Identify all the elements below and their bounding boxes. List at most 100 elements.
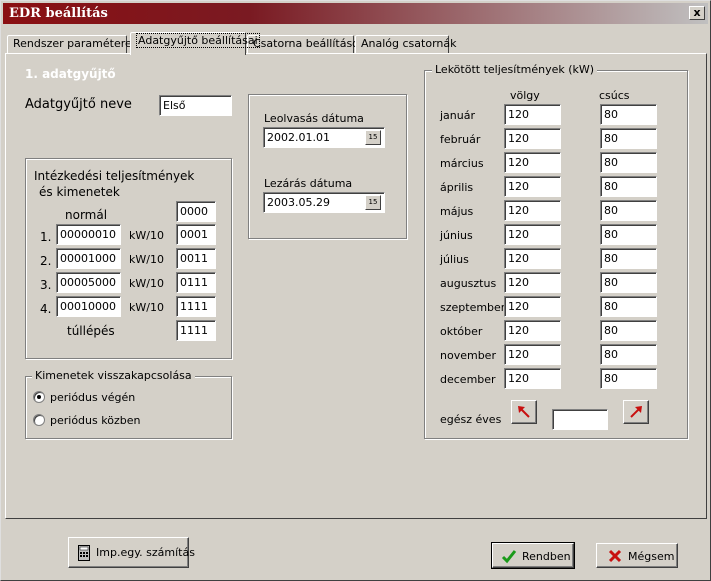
limit-unit-label: kW/10 xyxy=(129,253,164,266)
valley-power-field[interactable]: 120 xyxy=(504,176,561,197)
month-label: szeptember xyxy=(440,301,506,314)
valley-power-field[interactable]: 120 xyxy=(504,152,561,173)
month-label: január xyxy=(440,109,476,122)
calendar-icon[interactable]: 15 xyxy=(365,195,381,210)
month-label: október xyxy=(440,325,483,338)
peak-power-field[interactable]: 80 xyxy=(600,368,657,389)
tab-collector-settings[interactable]: Adatgyűjtő beállításai xyxy=(130,32,260,55)
ok-label: Rendben xyxy=(522,550,571,563)
radio-period-end[interactable] xyxy=(33,391,45,403)
month-label: december xyxy=(440,373,496,386)
tab-label: Adatgyűjtő beállításai xyxy=(136,33,260,48)
valley-power-field[interactable]: 120 xyxy=(504,248,561,269)
whole-year-label: egész éves xyxy=(440,413,502,426)
close-button[interactable]: x xyxy=(689,6,705,20)
tab-analog-channels[interactable]: Analóg csatornák xyxy=(355,35,456,54)
peak-power-field[interactable]: 80 xyxy=(600,344,657,365)
valley-power-field[interactable]: 120 xyxy=(504,224,561,245)
tab-system-parameters[interactable]: Rendszer paraméterek xyxy=(7,35,138,54)
peak-power-field[interactable]: 80 xyxy=(600,224,657,245)
valley-power-field[interactable]: 120 xyxy=(504,296,561,317)
peak-power-field[interactable]: 80 xyxy=(600,320,657,341)
valley-power-field[interactable]: 120 xyxy=(504,344,561,365)
peak-column-header: csúcs xyxy=(599,89,630,102)
imp-calc-label: Imp.egy. számítás xyxy=(96,546,195,559)
valley-column-header: völgy xyxy=(510,89,540,102)
limit-value-field-1[interactable]: 00000010 xyxy=(56,224,121,245)
imp-calc-button[interactable]: Imp.egy. számítás xyxy=(68,537,195,568)
radio-period-end-label[interactable]: periódus végén xyxy=(50,391,135,404)
whole-year-field[interactable] xyxy=(552,409,608,430)
limits-title-line2: és kimenetek xyxy=(39,185,120,199)
month-label: április xyxy=(440,181,474,194)
x-mark-icon xyxy=(608,549,622,563)
radio-period-during[interactable] xyxy=(33,414,45,426)
peak-power-field[interactable]: 80 xyxy=(600,152,657,173)
collector-heading: 1. adatgyűjtő xyxy=(25,67,116,81)
exceed-output-field[interactable]: 1111 xyxy=(176,320,216,341)
valley-power-field[interactable]: 120 xyxy=(504,272,561,293)
peak-power-field[interactable]: 80 xyxy=(600,272,657,293)
ok-button[interactable]: Rendben xyxy=(491,542,575,569)
peak-power-field[interactable]: 80 xyxy=(600,176,657,197)
month-label: november xyxy=(440,349,496,362)
peak-power-field[interactable]: 80 xyxy=(600,248,657,269)
apply-valley-year-button[interactable] xyxy=(511,400,537,424)
calculator-icon xyxy=(78,545,90,561)
collector-name-field[interactable]: Első xyxy=(159,95,232,116)
limit-output-field-4[interactable]: 1111 xyxy=(176,296,216,317)
read-date-label: Leolvasás dátuma xyxy=(264,112,364,125)
limit-output-field-3[interactable]: 0111 xyxy=(176,272,216,293)
month-label: március xyxy=(440,157,484,170)
tab-label: Csatorna beállítások xyxy=(253,37,366,50)
exceed-label: túllépés xyxy=(67,324,115,338)
peak-power-field[interactable]: 80 xyxy=(600,104,657,125)
contracted-power-legend: Lekötött teljesítmények (kW) xyxy=(432,63,598,76)
title-bar[interactable]: EDR beállítás x xyxy=(3,3,708,24)
valley-power-field[interactable]: 120 xyxy=(504,320,561,341)
feedback-legend: Kimenetek visszakapcsolása xyxy=(32,369,195,382)
close-date-label: Lezárás dátuma xyxy=(264,177,353,190)
normal-label: normál xyxy=(65,208,108,222)
limit-unit-label: kW/10 xyxy=(129,229,164,242)
normal-output-field[interactable]: 0000 xyxy=(176,201,216,222)
limit-row-number: 4. xyxy=(40,302,52,316)
limit-unit-label: kW/10 xyxy=(129,301,164,314)
checkmark-icon xyxy=(501,550,517,564)
limit-output-field-1[interactable]: 0001 xyxy=(176,224,216,245)
collector-name-label: Adatgyűjtő neve xyxy=(25,97,132,112)
month-label: július xyxy=(440,253,469,266)
tab-label: Rendszer paraméterek xyxy=(13,37,139,50)
cancel-label: Mégsem xyxy=(628,550,675,563)
tab-label: Analóg csatornák xyxy=(361,37,457,50)
limits-title-line1: Intézkedési teljesítmények xyxy=(34,169,195,183)
calendar-icon[interactable]: 15 xyxy=(365,130,381,145)
limit-value-field-3[interactable]: 00005000 xyxy=(56,272,121,293)
month-label: augusztus xyxy=(440,277,497,290)
edr-settings-window: EDR beállítás x Rendszer paraméterek Ada… xyxy=(0,0,711,581)
month-label: május xyxy=(440,205,474,218)
limit-value-field-4[interactable]: 00010000 xyxy=(56,296,121,317)
close-icon: x xyxy=(693,6,701,19)
valley-power-field[interactable]: 120 xyxy=(504,368,561,389)
cancel-button[interactable]: Mégsem xyxy=(596,543,678,568)
radio-period-during-label[interactable]: periódus közben xyxy=(50,414,140,427)
limit-row-number: 3. xyxy=(40,278,52,292)
limit-value-field-2[interactable]: 00001000 xyxy=(56,248,121,269)
tab-channel-settings[interactable]: Csatorna beállítások xyxy=(247,35,365,54)
month-label: június xyxy=(440,229,473,242)
arrow-up-left-icon xyxy=(518,406,530,418)
feedback-group xyxy=(25,376,232,439)
arrow-up-right-icon xyxy=(630,406,642,418)
valley-power-field[interactable]: 120 xyxy=(504,200,561,221)
apply-peak-year-button[interactable] xyxy=(623,400,649,424)
window-title: EDR beállítás xyxy=(9,6,108,21)
peak-power-field[interactable]: 80 xyxy=(600,128,657,149)
peak-power-field[interactable]: 80 xyxy=(600,296,657,317)
valley-power-field[interactable]: 120 xyxy=(504,104,561,125)
limit-output-field-2[interactable]: 0011 xyxy=(176,248,216,269)
peak-power-field[interactable]: 80 xyxy=(600,200,657,221)
limit-row-number: 1. xyxy=(40,230,52,244)
limit-unit-label: kW/10 xyxy=(129,277,164,290)
valley-power-field[interactable]: 120 xyxy=(504,128,561,149)
